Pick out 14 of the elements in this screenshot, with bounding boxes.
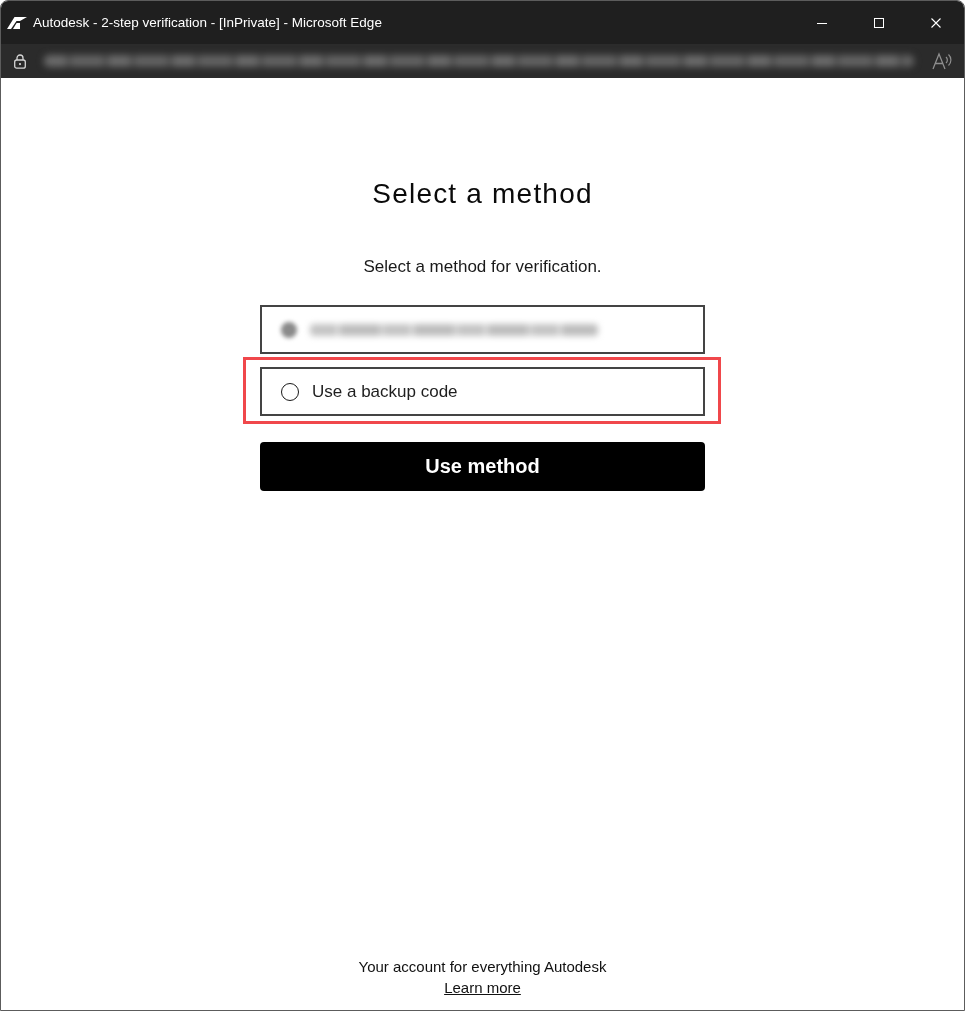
read-aloud-icon[interactable] (932, 52, 952, 70)
logo-icon (7, 16, 27, 29)
lock-icon[interactable] (12, 53, 28, 69)
page-subtitle: Select a method for verification. (363, 256, 602, 278)
maximize-icon (873, 17, 884, 28)
option-label: Use a backup code (312, 381, 458, 402)
method-option[interactable]: Use a backup code (260, 367, 705, 416)
method-option[interactable] (260, 305, 705, 354)
close-icon (930, 17, 941, 28)
learn-more-link[interactable]: Learn more (444, 977, 521, 998)
use-method-button[interactable]: Use method (260, 442, 705, 491)
window-title: Autodesk - 2-step verification - [InPrivate] - Microsoft Edge (33, 15, 382, 30)
footer-tagline: Your account for everything Autodesk (358, 957, 607, 977)
page-heading: Select a method (372, 177, 593, 211)
